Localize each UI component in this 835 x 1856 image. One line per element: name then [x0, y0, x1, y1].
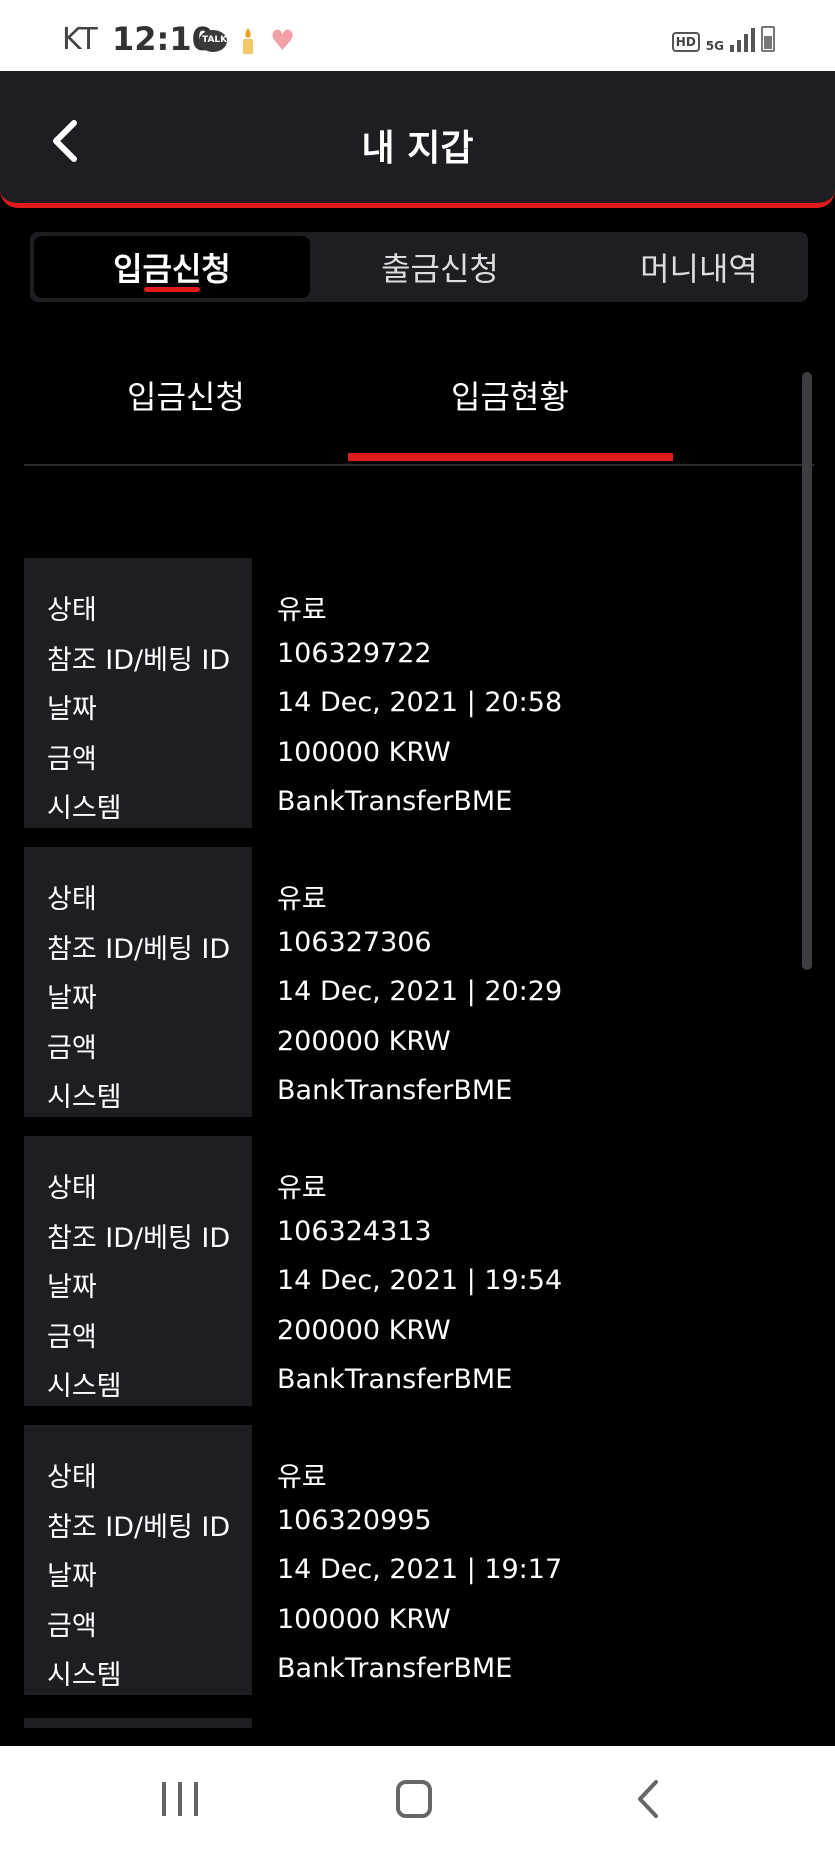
talk-badge-label: TALK [202, 35, 228, 45]
record-row-status: 상태 유료 [24, 1158, 804, 1208]
subtab-deposit-status[interactable]: 입금현황 [451, 372, 569, 418]
ref-id-value: 106320995 [277, 1505, 432, 1536]
page-title: 내 지갑 [361, 128, 474, 169]
system-label: 시스템 [47, 1660, 122, 1691]
hd-voice-icon: HD [671, 32, 700, 52]
deposit-subtabs: 입금신청 입금현황 [24, 360, 814, 466]
system-label: 시스템 [47, 793, 122, 824]
record-row-amount: 금액 200000 KRW [24, 1018, 804, 1068]
record-row-amount: 금액 100000 KRW [24, 1596, 804, 1646]
home-icon[interactable] [396, 1780, 432, 1818]
record-row-amount: 금액 100000 KRW [24, 729, 804, 779]
record-row-system: 시스템 BankTransferBME [24, 1645, 804, 1695]
system-value: BankTransferBME [277, 1075, 513, 1106]
record-row-date: 날짜 14 Dec, 2021 | 19:54 [24, 1257, 804, 1307]
ref-id-label: 참조 ID/베팅 ID [47, 1223, 231, 1254]
record-row-amount: 금액 200000 KRW [24, 1307, 804, 1357]
tab-deposit-request[interactable]: 입금신청 [34, 236, 310, 298]
deposit-record-partial [24, 1718, 252, 1728]
wallet-tabs: 입금신청 출금신청 머니내역 [30, 232, 808, 302]
date-label: 날짜 [47, 983, 97, 1014]
record-row-status: 상태 유료 [24, 580, 804, 630]
system-label: 시스템 [47, 1371, 122, 1402]
record-row-date: 날짜 14 Dec, 2021 | 20:58 [24, 679, 804, 729]
ref-id-value: 106327306 [277, 927, 432, 958]
system-value: BankTransferBME [277, 1364, 513, 1395]
deposit-record: 상태 유료 참조 ID/베팅 ID 106327306 날짜 14 Dec, 2… [24, 847, 804, 1117]
ref-id-label: 참조 ID/베팅 ID [47, 645, 231, 676]
amount-value: 100000 KRW [277, 1604, 451, 1635]
tab-withdraw-request[interactable]: 출금신청 [315, 236, 565, 298]
active-tab-indicator [144, 287, 200, 292]
record-row-ref-id: 참조 ID/베팅 ID 106327306 [24, 919, 804, 969]
battery-icon [761, 26, 775, 52]
date-label: 날짜 [47, 1561, 97, 1592]
date-label: 날짜 [47, 694, 97, 725]
record-row-status: 상태 유료 [24, 869, 804, 919]
amount-label: 금액 [47, 1611, 97, 1642]
status-value: 유료 [277, 1462, 327, 1493]
deposit-record: 상태 유료 참조 ID/베팅 ID 106320995 날짜 14 Dec, 2… [24, 1425, 804, 1695]
deposit-record: 상태 유료 참조 ID/베팅 ID 106324313 날짜 14 Dec, 2… [24, 1136, 804, 1406]
date-value: 14 Dec, 2021 | 19:54 [277, 1265, 563, 1296]
record-row-date: 날짜 14 Dec, 2021 | 19:17 [24, 1546, 804, 1596]
recent-apps-icon[interactable] [162, 1782, 198, 1816]
amount-value: 100000 KRW [277, 737, 451, 768]
deposit-record-list: 상태 유료 참조 ID/베팅 ID 106329722 날짜 14 Dec, 2… [24, 558, 804, 1714]
status-label: 상태 [47, 1462, 97, 1493]
tab-label: 출금신청 [381, 250, 499, 288]
status-value: 유료 [277, 595, 327, 626]
system-label: 시스템 [47, 1082, 122, 1113]
record-row-system: 시스템 BankTransferBME [24, 1067, 804, 1117]
system-nav-bar [0, 1746, 835, 1856]
status-label: 상태 [47, 884, 97, 915]
tab-money-history[interactable]: 머니내역 [590, 236, 808, 298]
amount-label: 금액 [47, 1033, 97, 1064]
record-row-status: 상태 유료 [24, 1447, 804, 1497]
system-value: BankTransferBME [277, 1653, 513, 1684]
nav-back-icon[interactable] [634, 1778, 664, 1820]
heart-icon: ♥ [270, 24, 296, 57]
status-value: 유료 [277, 1173, 327, 1204]
date-label: 날짜 [47, 1272, 97, 1303]
ref-id-value: 106324313 [277, 1216, 432, 1247]
record-row-ref-id: 참조 ID/베팅 ID 106320995 [24, 1497, 804, 1547]
amount-label: 금액 [47, 1322, 97, 1353]
date-value: 14 Dec, 2021 | 20:29 [277, 976, 563, 1007]
status-label: 상태 [47, 1173, 97, 1204]
kakaotalk-icon: TALK [199, 30, 227, 52]
record-row-ref-id: 참조 ID/베팅 ID 106324313 [24, 1208, 804, 1258]
status-icons: HD 5G [671, 26, 775, 53]
date-value: 14 Dec, 2021 | 20:58 [277, 687, 563, 718]
subtab-deposit-request[interactable]: 입금신청 [127, 372, 245, 418]
ref-id-label: 참조 ID/베팅 ID [47, 934, 231, 965]
tab-label: 머니내역 [640, 250, 758, 288]
ref-id-value: 106329722 [277, 638, 432, 669]
record-row-system: 시스템 BankTransferBME [24, 778, 804, 828]
deposit-record: 상태 유료 참조 ID/베팅 ID 106329722 날짜 14 Dec, 2… [24, 558, 804, 828]
record-row-date: 날짜 14 Dec, 2021 | 20:29 [24, 968, 804, 1018]
status-label: 상태 [47, 595, 97, 626]
tab-label: 입금신청 [113, 250, 231, 288]
status-value: 유료 [277, 884, 327, 915]
record-row-system: 시스템 BankTransferBME [24, 1356, 804, 1406]
date-value: 14 Dec, 2021 | 19:17 [277, 1554, 563, 1585]
status-bar: KT 12:10 TALK ♥ HD 5G [0, 0, 835, 71]
amount-label: 금액 [47, 744, 97, 775]
record-row-ref-id: 참조 ID/베팅 ID 106329722 [24, 630, 804, 680]
system-value: BankTransferBME [277, 786, 513, 817]
signal-icon [730, 28, 755, 52]
app-header: 내 지갑 [0, 71, 835, 208]
candle-icon [243, 28, 253, 54]
amount-value: 200000 KRW [277, 1026, 451, 1057]
carrier-label: KT [62, 22, 98, 57]
network-5g-icon: 5G [705, 39, 724, 53]
ref-id-label: 참조 ID/베팅 ID [47, 1512, 231, 1543]
amount-value: 200000 KRW [277, 1315, 451, 1346]
active-subtab-indicator [348, 453, 673, 461]
